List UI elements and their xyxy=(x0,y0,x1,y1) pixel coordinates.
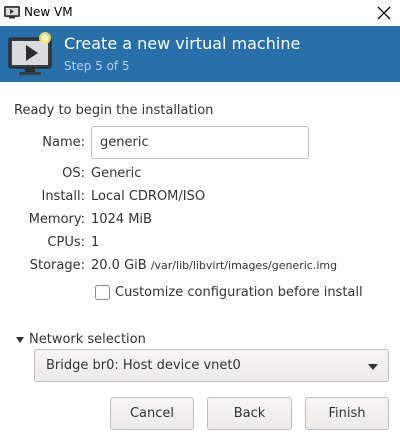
storage-size: 20.0 GiB xyxy=(91,258,147,273)
window-title: New VM xyxy=(24,5,73,19)
network-expander[interactable]: Network selection xyxy=(16,332,146,347)
storage-value: 20.0 GiB /var/lib/libvirt/images/generic… xyxy=(91,258,337,273)
memory-label: Memory: xyxy=(28,212,85,227)
name-label: Name: xyxy=(42,135,85,150)
wizard-title: Create a new virtual machine xyxy=(64,34,301,53)
customize-label[interactable]: Customize configuration before install xyxy=(115,285,363,300)
vm-monitor-play-icon xyxy=(8,32,52,75)
cpus-label: CPUs: xyxy=(47,235,85,250)
network-expander-label[interactable]: Network selection xyxy=(29,332,146,347)
virt-manager-icon xyxy=(4,6,20,19)
finish-button[interactable]: Finish xyxy=(305,397,389,430)
close-icon[interactable] xyxy=(376,5,392,21)
expander-arrow-icon[interactable] xyxy=(16,336,24,343)
os-value: Generic xyxy=(91,166,142,181)
memory-value: 1024 MiB xyxy=(91,212,152,227)
name-field[interactable] xyxy=(91,126,309,159)
customize-option[interactable]: Customize configuration before install xyxy=(95,283,363,301)
back-button[interactable]: Back xyxy=(207,397,292,430)
customize-checkbox[interactable] xyxy=(95,284,110,300)
wizard-step: Step 5 of 5 xyxy=(64,59,130,73)
install-label: Install: xyxy=(41,189,85,204)
install-value: Local CDROM/ISO xyxy=(91,189,206,204)
cancel-button[interactable]: Cancel xyxy=(110,397,194,430)
network-select[interactable]: Bridge br0: Host device vnet0 xyxy=(34,349,389,382)
os-label: OS: xyxy=(62,166,85,181)
storage-path: /var/lib/libvirt/images/generic.img xyxy=(150,259,338,272)
wizard-header: Create a new virtual machine Step 5 of 5 xyxy=(0,26,400,82)
chevron-down-icon xyxy=(368,364,378,370)
window-titlebar: New VM xyxy=(0,0,400,26)
network-select-value: Bridge br0: Host device vnet0 xyxy=(46,358,241,373)
storage-label: Storage: xyxy=(29,258,85,273)
cpus-value: 1 xyxy=(91,235,100,250)
summary-heading: Ready to begin the installation xyxy=(14,103,214,118)
